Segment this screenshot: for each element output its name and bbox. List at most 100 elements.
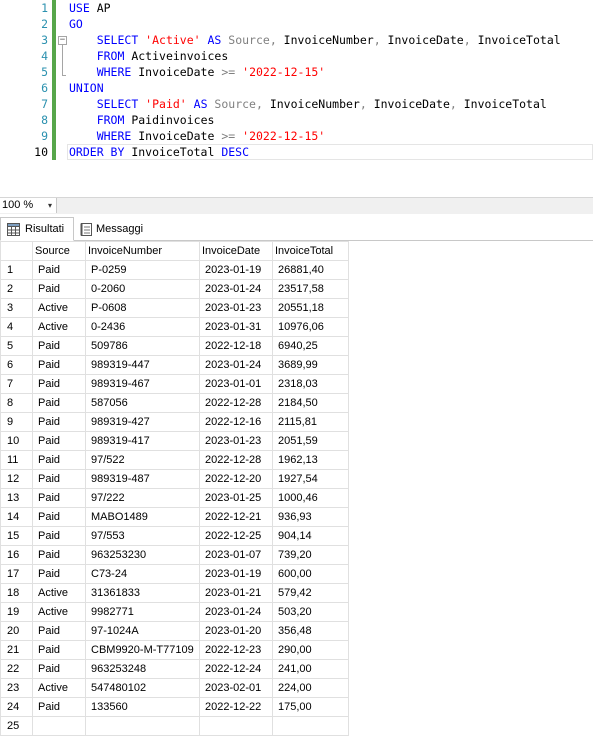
table-row[interactable]: 6 Paid 989319-447 2023-01-24 3689,99	[0, 355, 349, 375]
row-number[interactable]: 23	[0, 678, 33, 698]
row-number[interactable]: 2	[0, 279, 33, 299]
row-number[interactable]: 20	[0, 621, 33, 641]
cell-invoice-total[interactable]: 20551,18	[272, 298, 349, 318]
cell-invoice-total[interactable]: 579,42	[272, 583, 349, 603]
cell-invoice-number[interactable]: 587056	[85, 393, 200, 413]
row-number[interactable]: 3	[0, 298, 33, 318]
cell-source[interactable]	[32, 716, 86, 736]
zoom-dropdown[interactable]: 100 % ▾	[0, 198, 57, 213]
cell-invoice-number[interactable]: 963253248	[85, 659, 200, 679]
row-number[interactable]: 10	[0, 431, 33, 451]
row-number[interactable]: 14	[0, 507, 33, 527]
cell-source[interactable]: Paid	[32, 355, 86, 375]
cell-invoice-date[interactable]: 2023-02-01	[199, 678, 273, 698]
column-header-invoice-number[interactable]: InvoiceNumber	[85, 241, 200, 261]
sql-editor[interactable]: − 1 USE AP 2 GO 3 SELECT 'Active' AS Source,…	[0, 0, 593, 168]
cell-invoice-date[interactable]: 2023-01-19	[199, 260, 273, 280]
cell-invoice-date[interactable]: 2023-01-24	[199, 355, 273, 375]
cell-invoice-total[interactable]: 175,00	[272, 697, 349, 717]
cell-invoice-number[interactable]: 0-2060	[85, 279, 200, 299]
cell-invoice-total[interactable]: 6940,25	[272, 336, 349, 356]
cell-source[interactable]: Paid	[32, 488, 86, 508]
cell-source[interactable]: Paid	[32, 526, 86, 546]
cell-source[interactable]: Active	[32, 583, 86, 603]
cell-source[interactable]: Active	[32, 317, 86, 337]
cell-invoice-date[interactable]: 2022-12-23	[199, 640, 273, 660]
row-number[interactable]: 24	[0, 697, 33, 717]
table-row[interactable]: 15 Paid 97/553 2022-12-25 904,14	[0, 526, 349, 546]
cell-invoice-date[interactable]: 2023-01-31	[199, 317, 273, 337]
code-line[interactable]: 4 FROM Activeinvoices	[0, 48, 593, 64]
row-number[interactable]: 19	[0, 602, 33, 622]
cell-source[interactable]: Active	[32, 678, 86, 698]
cell-invoice-number[interactable]: 97/522	[85, 450, 200, 470]
cell-invoice-number[interactable]: 9982771	[85, 602, 200, 622]
cell-invoice-total[interactable]: 356,48	[272, 621, 349, 641]
row-number[interactable]: 8	[0, 393, 33, 413]
cell-invoice-number[interactable]: C73-24	[85, 564, 200, 584]
table-row[interactable]: 11 Paid 97/522 2022-12-28 1962,13	[0, 450, 349, 470]
cell-source[interactable]: Paid	[32, 431, 86, 451]
row-number[interactable]: 22	[0, 659, 33, 679]
editor-results-splitter[interactable]	[0, 168, 593, 197]
column-header-invoice-date[interactable]: InvoiceDate	[199, 241, 273, 261]
cell-invoice-total[interactable]: 739,20	[272, 545, 349, 565]
cell-invoice-total[interactable]: 2318,03	[272, 374, 349, 394]
cell-invoice-date[interactable]: 2022-12-25	[199, 526, 273, 546]
code-line[interactable]: 5 WHERE InvoiceDate >= '2022-12-15'	[0, 64, 593, 80]
cell-invoice-total[interactable]: 904,14	[272, 526, 349, 546]
table-row[interactable]: 22 Paid 963253248 2022-12-24 241,00	[0, 659, 349, 679]
cell-invoice-total[interactable]: 2115,81	[272, 412, 349, 432]
row-number[interactable]: 1	[0, 260, 33, 280]
cell-source[interactable]: Paid	[32, 564, 86, 584]
cell-invoice-total[interactable]: 241,00	[272, 659, 349, 679]
cell-invoice-number[interactable]: 133560	[85, 697, 200, 717]
cell-invoice-total[interactable]: 1000,46	[272, 488, 349, 508]
cell-invoice-date[interactable]: 2023-01-20	[199, 621, 273, 641]
cell-source[interactable]: Paid	[32, 659, 86, 679]
cell-invoice-number[interactable]: P-0259	[85, 260, 200, 280]
cell-invoice-number[interactable]: 509786	[85, 336, 200, 356]
cell-invoice-date[interactable]: 2023-01-24	[199, 602, 273, 622]
cell-invoice-number[interactable]: 989319-417	[85, 431, 200, 451]
cell-invoice-number[interactable]: 97/222	[85, 488, 200, 508]
cell-source[interactable]: Paid	[32, 640, 86, 660]
cell-invoice-total[interactable]: 290,00	[272, 640, 349, 660]
table-row[interactable]: 25	[0, 716, 349, 736]
tab-messages[interactable]: Messaggi	[74, 218, 146, 240]
cell-source[interactable]: Paid	[32, 697, 86, 717]
cell-source[interactable]: Paid	[32, 621, 86, 641]
column-header-source[interactable]: Source	[32, 241, 86, 261]
row-number[interactable]: 9	[0, 412, 33, 432]
cell-source[interactable]: Paid	[32, 450, 86, 470]
table-row[interactable]: 1 Paid P-0259 2023-01-19 26881,40	[0, 260, 349, 280]
table-row[interactable]: 9 Paid 989319-427 2022-12-16 2115,81	[0, 412, 349, 432]
cell-invoice-number[interactable]: 0-2436	[85, 317, 200, 337]
row-number[interactable]: 15	[0, 526, 33, 546]
table-row[interactable]: 8 Paid 587056 2022-12-28 2184,50	[0, 393, 349, 413]
cell-source[interactable]: Paid	[32, 336, 86, 356]
cell-source[interactable]: Paid	[32, 469, 86, 489]
column-header-rownum[interactable]	[0, 241, 33, 261]
cell-source[interactable]: Active	[32, 602, 86, 622]
row-number[interactable]: 5	[0, 336, 33, 356]
column-header-invoice-total[interactable]: InvoiceTotal	[272, 241, 349, 261]
cell-invoice-date[interactable]: 2022-12-21	[199, 507, 273, 527]
cell-invoice-total[interactable]: 600,00	[272, 564, 349, 584]
cell-invoice-number[interactable]: 989319-427	[85, 412, 200, 432]
row-number[interactable]: 12	[0, 469, 33, 489]
row-number[interactable]: 25	[0, 716, 33, 736]
row-number[interactable]: 16	[0, 545, 33, 565]
cell-source[interactable]: Paid	[32, 393, 86, 413]
cell-source[interactable]: Paid	[32, 412, 86, 432]
cell-source[interactable]: Active	[32, 298, 86, 318]
code-line[interactable]: 10 ORDER BY InvoiceTotal DESC	[0, 144, 593, 160]
cell-invoice-total[interactable]: 10976,06	[272, 317, 349, 337]
cell-invoice-date[interactable]: 2023-01-23	[199, 431, 273, 451]
cell-invoice-date[interactable]: 2022-12-18	[199, 336, 273, 356]
cell-invoice-total[interactable]: 23517,58	[272, 279, 349, 299]
table-row[interactable]: 24 Paid 133560 2022-12-22 175,00	[0, 697, 349, 717]
cell-source[interactable]: Paid	[32, 374, 86, 394]
table-row[interactable]: 10 Paid 989319-417 2023-01-23 2051,59	[0, 431, 349, 451]
cell-invoice-total[interactable]: 936,93	[272, 507, 349, 527]
